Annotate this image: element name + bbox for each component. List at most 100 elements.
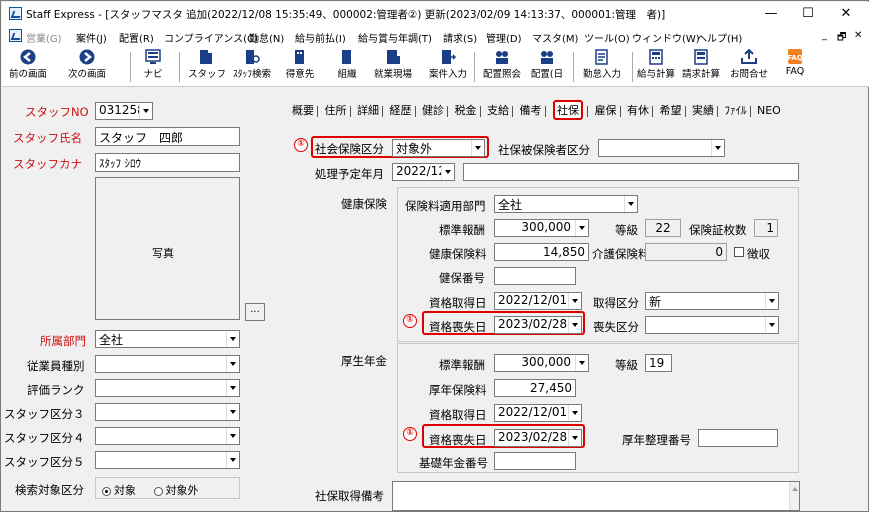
search-target-on-radio[interactable]: 対象 (102, 484, 136, 497)
maximize-button[interactable]: ☐ (798, 5, 818, 23)
menu-compliance[interactable]: コンプライアンス(C) (164, 30, 258, 45)
remarks-scrollbar[interactable] (789, 482, 799, 510)
menu-advance-pay[interactable]: 給与前払(I) (295, 30, 346, 45)
dept-select[interactable]: 全社 (95, 330, 240, 348)
org-button[interactable]: 組織 (332, 47, 362, 85)
acq-type-select[interactable]: 新 (645, 292, 779, 310)
process-month-select[interactable]: 2022/12 (392, 163, 455, 181)
tab-overview[interactable]: 概要 (289, 102, 317, 118)
menu-placement[interactable]: 配置(R) (119, 30, 154, 45)
client-button[interactable]: 得意先 (282, 47, 318, 85)
health-cards-label: 保険証枚数 (689, 223, 747, 237)
faq-icon: FAQ (787, 49, 803, 64)
pension-premium-label: 厚年保険料 (429, 383, 487, 397)
chevron-down-icon (471, 140, 484, 156)
tab-address[interactable]: 住所 (322, 102, 350, 118)
tab-tax[interactable]: 税金 (452, 102, 480, 118)
navi-button[interactable]: ナビ (138, 47, 168, 85)
tab-neo[interactable]: NEO (754, 104, 784, 117)
placement-inquiry-button[interactable]: 配置照会 (479, 47, 525, 85)
chevron-down-icon (568, 293, 581, 309)
mdi-minimize-button[interactable]: _ (822, 30, 827, 41)
prev-screen-button[interactable]: 前の画面 (5, 47, 51, 85)
menu-attendance[interactable]: 勤怠(N) (249, 30, 284, 45)
billing-calc-button[interactable]: 請求計算 (680, 47, 722, 85)
case-entry-button[interactable]: 案件入力 (425, 47, 471, 85)
inquiry-button[interactable]: お問合せ (726, 47, 772, 85)
menu-window[interactable]: ウィンドウ(W) (632, 30, 700, 45)
lost-type-select[interactable] (645, 316, 779, 334)
tab-payment[interactable]: 支給 (484, 102, 512, 118)
staff-cat5-select[interactable] (95, 451, 240, 469)
health-premium-field[interactable]: 14,850 (494, 243, 589, 261)
pension-grade-field[interactable]: 19 (645, 354, 672, 372)
tab-employment-ins[interactable]: 雇保 (592, 102, 620, 118)
tab-details[interactable]: 詳細 (354, 102, 382, 118)
eval-rank-select[interactable] (95, 379, 240, 397)
health-lost-select[interactable]: 2023/02/28 (494, 316, 582, 334)
menu-master[interactable]: マスタ(M) (532, 30, 578, 45)
pension-lost-label: 資格喪失日 (429, 433, 487, 447)
radio-selected-icon (102, 486, 111, 496)
tab-career[interactable]: 経歴 (387, 102, 415, 118)
close-button[interactable]: ✕ (836, 5, 856, 23)
next-screen-button[interactable]: 次の画面 (64, 47, 110, 85)
health-dept-select[interactable]: 全社 (494, 195, 638, 213)
staff-search-button[interactable]: ｽﾀｯﾌ検索 (229, 47, 275, 85)
pension-std-select[interactable]: 300,000 (494, 354, 589, 372)
tab-results[interactable]: 実績 (689, 102, 717, 118)
staff-cat4-select[interactable] (95, 427, 240, 445)
tab-bar: 概要 住所 詳細 経歴 健診 税金 支給 備考 社保 雇保 有休 希望 実績 ﾌ… (289, 100, 784, 120)
tab-health-check[interactable]: 健診 (419, 102, 447, 118)
placement-day-button[interactable]: 配置(日 (529, 47, 565, 85)
insured-cat-select[interactable] (598, 139, 725, 157)
menu-help[interactable]: ヘルプ(H) (697, 30, 742, 45)
pension-acquired-select[interactable]: 2022/12/01 (494, 404, 582, 422)
menu-payroll[interactable]: 給与賞与年調(T) (358, 30, 432, 45)
chevron-down-icon (139, 103, 152, 119)
faq-button[interactable]: FAQ FAQ (780, 47, 810, 85)
process-month-note-field[interactable] (463, 163, 799, 181)
photo-browse-button[interactable]: ... (245, 303, 265, 321)
staff-name-field[interactable]: スタッフ 四郎 (95, 127, 240, 146)
tab-preferences[interactable]: 希望 (657, 102, 685, 118)
payroll-calc-button[interactable]: 給与計算 (635, 47, 677, 85)
mdi-restore-button[interactable]: 🗗 (837, 30, 846, 47)
tab-social-insurance[interactable]: 社保 (553, 100, 583, 120)
minimize-button[interactable]: — (761, 5, 781, 23)
chevron-down-icon (226, 404, 239, 420)
menu-sales[interactable]: 営業(G) (26, 30, 62, 45)
process-month-value: 2022/12 (396, 164, 446, 178)
workplace-button[interactable]: 就業現場 (370, 47, 416, 85)
pension-premium-field[interactable]: 27,450 (494, 379, 576, 397)
menu-tools[interactable]: ツール(O) (584, 30, 630, 45)
staff-no-select[interactable]: 031258 (95, 102, 153, 120)
remarks-textarea[interactable] (392, 481, 800, 511)
health-std-select[interactable]: 300,000 (494, 219, 589, 237)
staff-cat3-select[interactable] (95, 403, 240, 421)
health-acquired-select[interactable]: 2022/12/01 (494, 292, 582, 310)
menu-admin[interactable]: 管理(D) (486, 30, 522, 45)
basic-pension-no-field[interactable] (494, 452, 576, 470)
tab-remarks[interactable]: 備考 (517, 102, 545, 118)
search-target-off-radio[interactable]: 対象外 (153, 484, 199, 497)
staff-kana-field[interactable]: ｽﾀｯﾌ ｼﾛｳ (95, 153, 240, 172)
tab-paid-leave[interactable]: 有休 (624, 102, 652, 118)
lost-type-label: 喪失区分 (593, 320, 639, 334)
emp-type-select[interactable] (95, 355, 240, 373)
collect-checkbox[interactable] (734, 247, 744, 257)
mdi-close-button[interactable]: ✕ (854, 30, 862, 41)
attendance-icon (595, 49, 608, 65)
client-icon (295, 50, 304, 64)
tab-files[interactable]: ﾌｧｲﾙ (722, 102, 750, 118)
pension-ref-no-field[interactable] (698, 429, 778, 447)
menu-billing[interactable]: 請求(S) (443, 30, 477, 45)
pension-lost-select[interactable]: 2023/02/28 (494, 429, 582, 447)
menu-cases[interactable]: 案件(J) (76, 30, 107, 45)
tab-divider (544, 105, 546, 117)
attendance-entry-button[interactable]: 勤怠入力 (579, 47, 625, 85)
health-number-field[interactable] (494, 267, 576, 285)
toolbar: 前の画面 次の画面 ナビ スタッフ ｽﾀｯﾌ検索 得意先 組織 就業現場 案件入… (2, 46, 869, 87)
staff-button[interactable]: スタッフ (188, 47, 226, 85)
social-ins-select[interactable]: 対象外 (392, 139, 485, 157)
